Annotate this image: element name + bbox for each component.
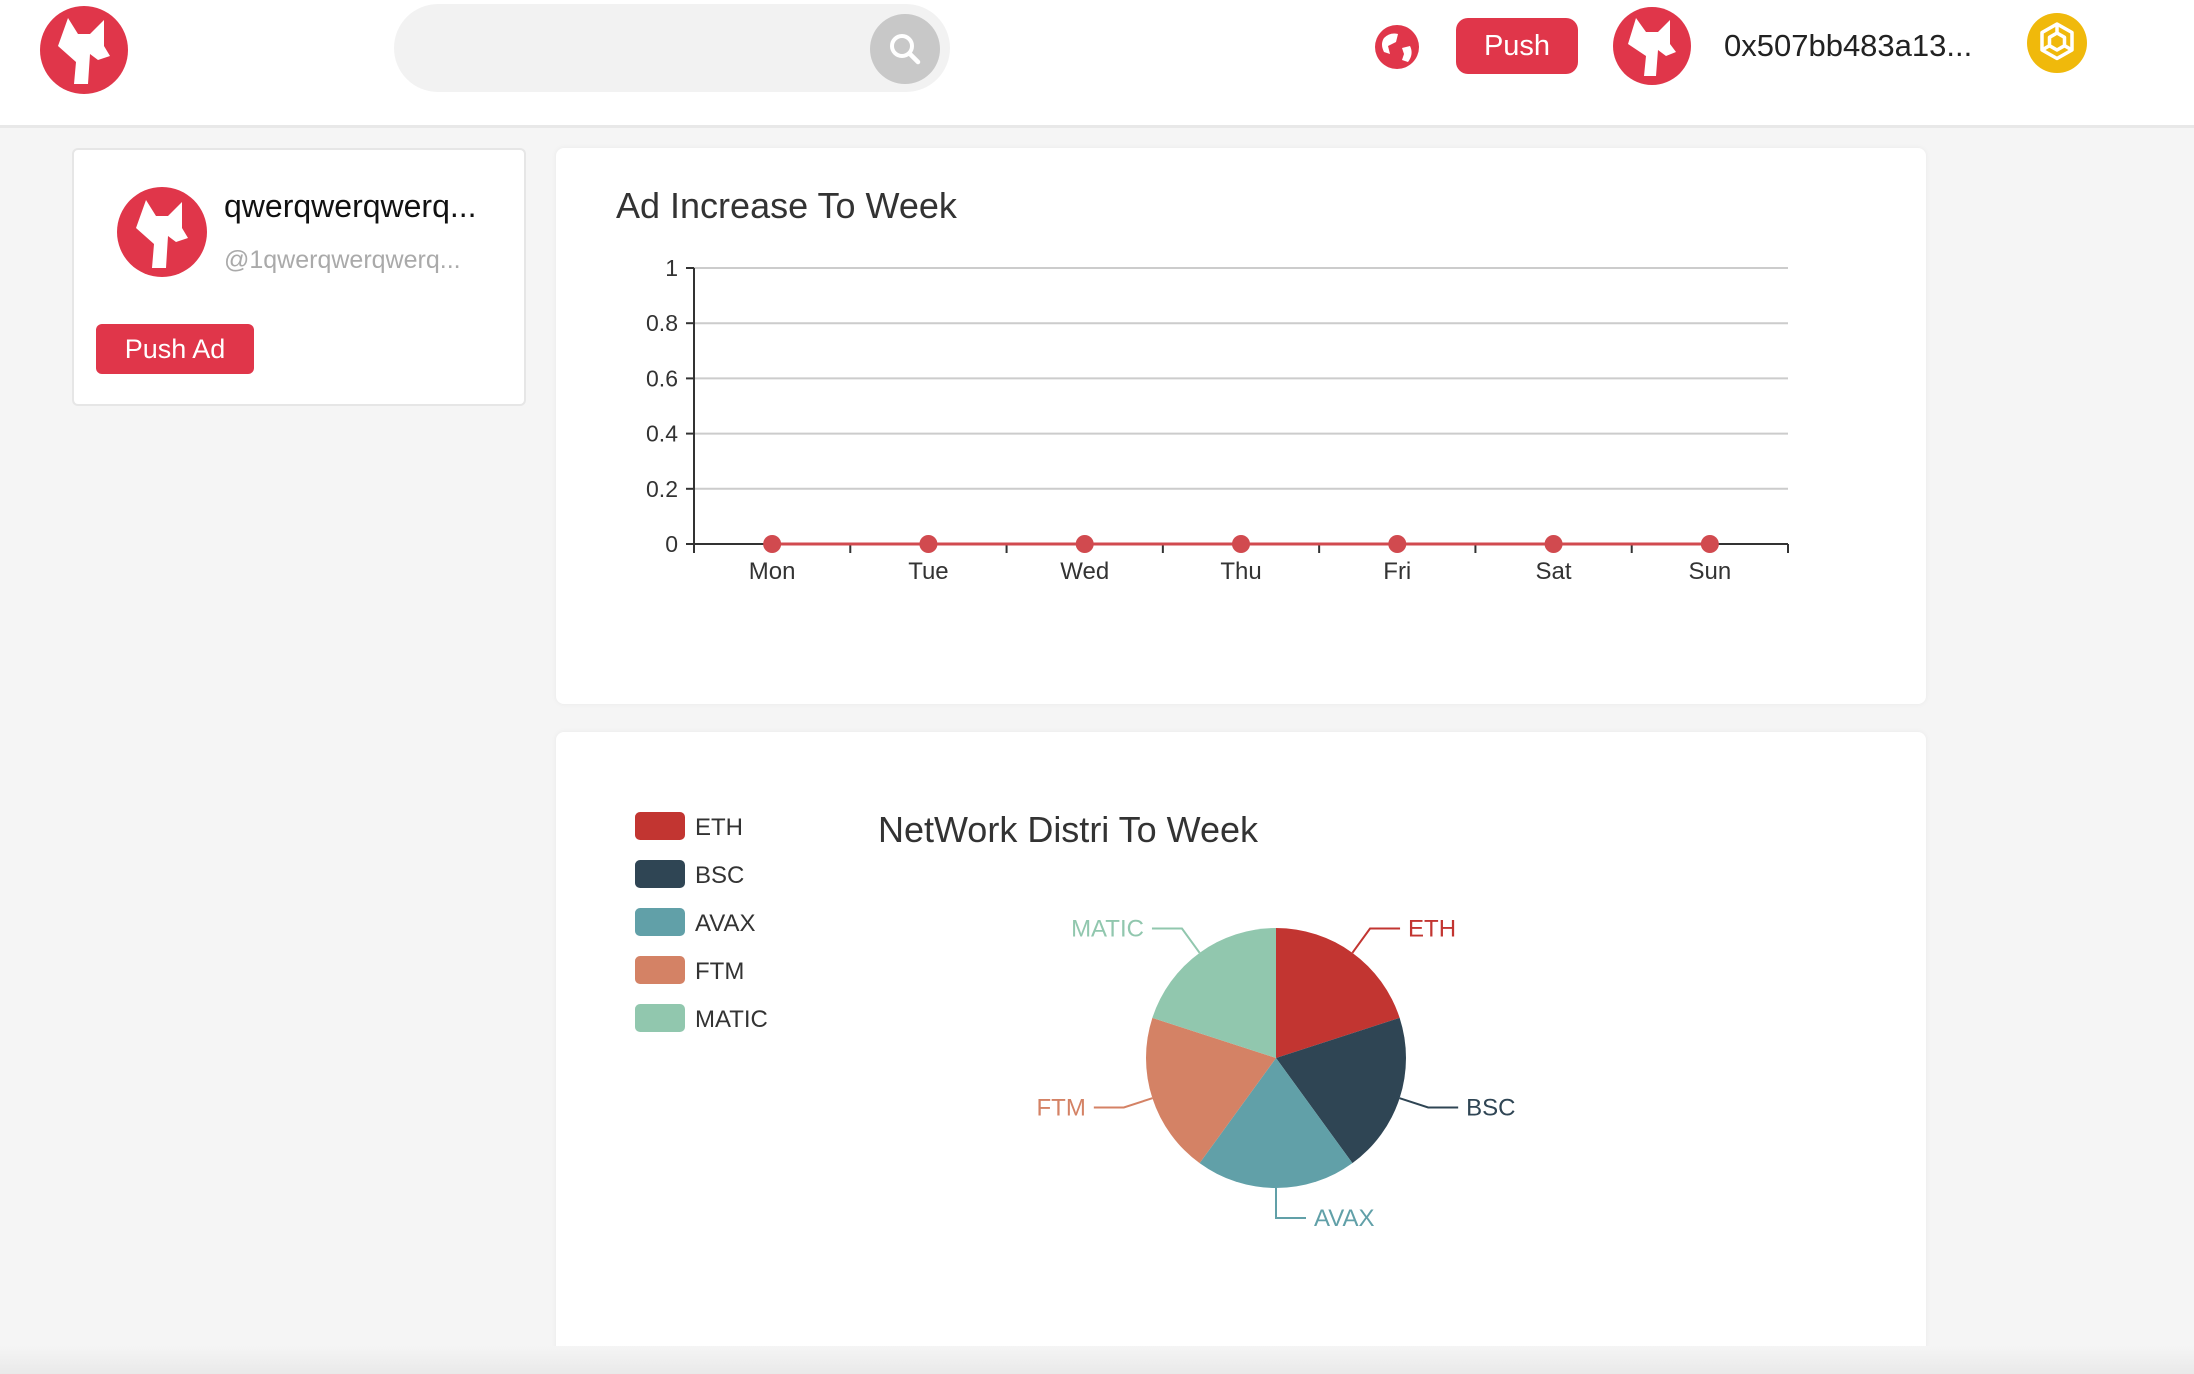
top-bar: Push 0x507bb483a13... bbox=[0, 0, 2194, 128]
search-bar bbox=[394, 4, 950, 92]
wallet-address[interactable]: 0x507bb483a13... bbox=[1724, 22, 1972, 70]
pie-label: BSC bbox=[1466, 1094, 1515, 1121]
data-point bbox=[1700, 535, 1719, 553]
legend-label: FTM bbox=[695, 958, 744, 985]
legend-swatch bbox=[635, 860, 685, 888]
data-point bbox=[1388, 535, 1407, 553]
logo-icon[interactable] bbox=[38, 4, 130, 96]
search-button[interactable] bbox=[870, 14, 940, 84]
x-tick-label: Fri bbox=[1383, 558, 1411, 585]
legend-label: MATIC bbox=[695, 1006, 768, 1033]
bnb-network-icon[interactable] bbox=[2026, 12, 2088, 74]
pie-label-line bbox=[1093, 1097, 1153, 1109]
y-tick-label: 0.2 bbox=[646, 476, 678, 502]
y-tick-label: 0.4 bbox=[646, 421, 678, 447]
pie-label: ETH bbox=[1408, 916, 1456, 943]
data-point bbox=[763, 535, 782, 553]
legend-swatch bbox=[635, 908, 685, 936]
ad-increase-chart-card: Ad Increase To Week 0 0.2 0.4 0.6 0.8 1 Mon Tue… bbox=[556, 148, 1926, 704]
profile-card: qwerqwerqwerq... @1qwerqwerqwerq... Push… bbox=[72, 148, 526, 406]
pie-label-line bbox=[1351, 927, 1401, 954]
y-tick-label: 0.6 bbox=[646, 365, 678, 391]
network-distribution-chart-card: NetWork Distri To Week ETH BSC AVAX FTM MATI… bbox=[556, 732, 1926, 1358]
search-icon bbox=[890, 34, 921, 65]
x-tick-label: Wed bbox=[1060, 558, 1109, 585]
user-avatar[interactable] bbox=[1612, 6, 1692, 86]
pie-label-line bbox=[1399, 1097, 1459, 1109]
legend-swatch bbox=[635, 812, 685, 840]
y-tick-label: 0 bbox=[665, 531, 678, 557]
x-tick-label: Sun bbox=[1689, 558, 1732, 585]
x-tick-label: Thu bbox=[1220, 558, 1261, 585]
pie-label-line bbox=[1275, 1188, 1306, 1219]
network-distribution-chart: NetWork Distri To Week ETH BSC AVAX FTM MATI… bbox=[635, 809, 1516, 1232]
data-point bbox=[919, 535, 938, 553]
chart-title: Ad Increase To Week bbox=[616, 185, 958, 226]
ad-increase-chart: Ad Increase To Week 0 0.2 0.4 0.6 0.8 1 Mon Tue… bbox=[616, 185, 1789, 585]
pie-label: MATIC bbox=[1071, 916, 1144, 943]
legend-swatch bbox=[635, 1004, 685, 1032]
legend-label: BSC bbox=[695, 862, 744, 889]
data-point bbox=[1544, 535, 1563, 553]
pie-label: AVAX bbox=[1314, 1205, 1374, 1232]
x-tick-label: Tue bbox=[908, 558, 948, 585]
legend-label: AVAX bbox=[695, 910, 755, 937]
y-tick-label: 1 bbox=[665, 255, 678, 281]
profile-handle: @1qwerqwerqwerq... bbox=[224, 246, 461, 274]
x-tick-label: Sat bbox=[1536, 558, 1572, 585]
chart-title: NetWork Distri To Week bbox=[878, 809, 1259, 850]
x-tick-label: Mon bbox=[749, 558, 796, 585]
data-point bbox=[1232, 535, 1250, 553]
search-input[interactable] bbox=[424, 22, 848, 76]
legend-swatch bbox=[635, 956, 685, 984]
bottom-shade bbox=[0, 1346, 2194, 1374]
y-tick-label: 0.8 bbox=[646, 310, 678, 336]
legend-label: ETH bbox=[695, 814, 743, 841]
profile-avatar bbox=[117, 187, 207, 277]
profile-name: qwerqwerqwerq... bbox=[224, 188, 477, 224]
pie-label-line bbox=[1151, 927, 1201, 954]
globe-icon[interactable] bbox=[1374, 24, 1420, 70]
pie-label: FTM bbox=[1037, 1094, 1086, 1121]
push-button[interactable]: Push bbox=[1456, 18, 1578, 74]
data-point bbox=[1075, 535, 1094, 553]
push-ad-button[interactable]: Push Ad bbox=[96, 324, 254, 374]
